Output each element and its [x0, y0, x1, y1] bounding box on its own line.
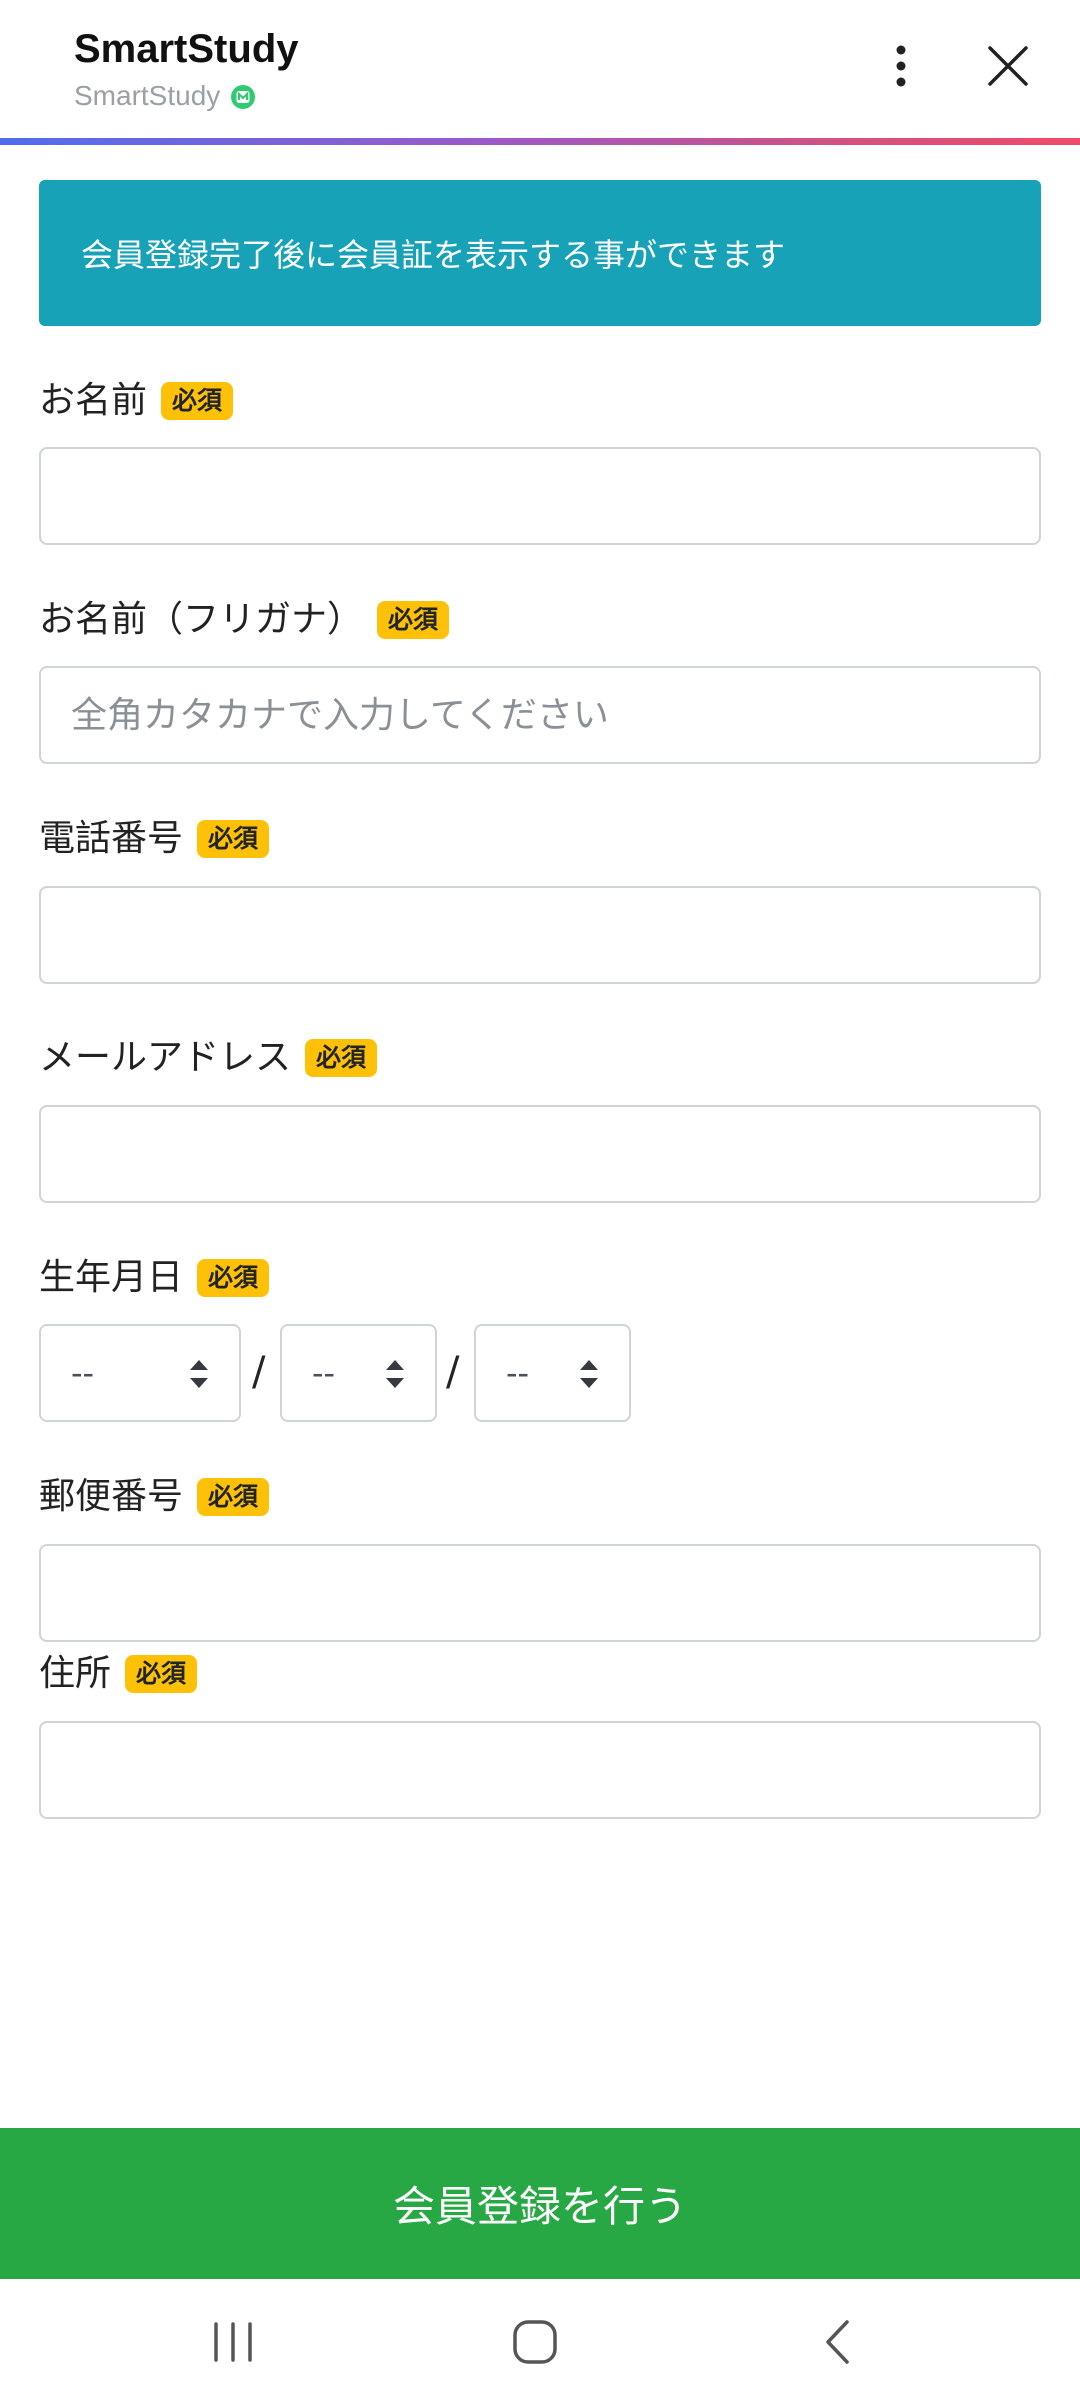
required-badge: 必須 [197, 820, 270, 858]
address-label: 住所 必須 [39, 1652, 198, 1696]
birthday-label-text: 生年月日 [39, 1257, 184, 1298]
required-badge: 必須 [197, 1478, 270, 1516]
birth-year-select[interactable]: -- [39, 1324, 241, 1422]
app-subtitle-row: SmartStudy [74, 78, 256, 114]
required-badge: 必須 [197, 1259, 270, 1297]
app-title: SmartStudy [74, 27, 299, 71]
name-input[interactable] [39, 447, 1041, 545]
name-label-text: お名前 [39, 380, 148, 421]
birth-year-value: -- [71, 1354, 95, 1392]
birth-day-select[interactable]: -- [474, 1324, 631, 1422]
name-label: お名前 必須 [39, 379, 234, 423]
birth-day-value: -- [506, 1354, 530, 1392]
email-input[interactable] [39, 1105, 1041, 1203]
required-badge: 必須 [125, 1655, 198, 1693]
info-banner: 会員登録完了後に会員証を表示する事ができます [39, 180, 1041, 326]
sort-arrows-icon [187, 1356, 211, 1392]
more-options-button[interactable] [876, 36, 926, 100]
postal-code-label-text: 郵便番号 [39, 1476, 184, 1517]
close-icon [986, 44, 1030, 92]
required-badge: 必須 [161, 382, 234, 420]
system-navigation-bar [0, 2279, 1080, 2406]
recent-apps-icon [210, 2320, 256, 2368]
date-separator: / [252, 1349, 266, 1395]
header-divider [0, 138, 1080, 145]
app-header: SmartStudy SmartStudy [0, 0, 1080, 140]
postal-code-label: 郵便番号 必須 [39, 1475, 270, 1519]
info-banner-text: 会員登録完了後に会員証を表示する事ができます [81, 236, 786, 274]
required-badge: 必須 [377, 601, 450, 639]
email-label-text: メールアドレス [39, 1037, 292, 1078]
address-label-text: 住所 [39, 1653, 112, 1694]
name-kana-label-text: お名前（フリガナ） [39, 599, 364, 640]
more-vertical-icon [895, 44, 907, 92]
phone-label: 電話番号 必須 [39, 817, 270, 861]
back-button[interactable] [787, 2299, 887, 2389]
phone-label-text: 電話番号 [39, 818, 184, 859]
birth-month-value: -- [312, 1354, 336, 1392]
name-kana-input[interactable] [39, 666, 1041, 764]
home-button[interactable] [485, 2299, 585, 2389]
birth-month-select[interactable]: -- [280, 1324, 437, 1422]
sort-arrows-icon [577, 1356, 601, 1392]
postal-code-input[interactable] [39, 1544, 1041, 1642]
back-icon [822, 2318, 852, 2370]
required-badge: 必須 [305, 1039, 378, 1077]
date-separator: / [446, 1349, 460, 1395]
email-label: メールアドレス 必須 [39, 1036, 378, 1080]
sort-arrows-icon [383, 1356, 407, 1392]
register-submit-label: 会員登録を行う [392, 2182, 687, 2231]
register-submit-button[interactable]: 会員登録を行う [0, 2128, 1080, 2279]
name-kana-label: お名前（フリガナ） 必須 [39, 598, 450, 642]
phone-input[interactable] [39, 886, 1041, 984]
address-input[interactable] [39, 1721, 1041, 1819]
close-button[interactable] [976, 36, 1040, 100]
app-subtitle: SmartStudy [74, 80, 221, 111]
birthday-label: 生年月日 必須 [39, 1256, 270, 1300]
recent-apps-button[interactable] [183, 2299, 283, 2389]
home-icon [512, 2319, 558, 2369]
verified-badge-icon [230, 83, 256, 109]
